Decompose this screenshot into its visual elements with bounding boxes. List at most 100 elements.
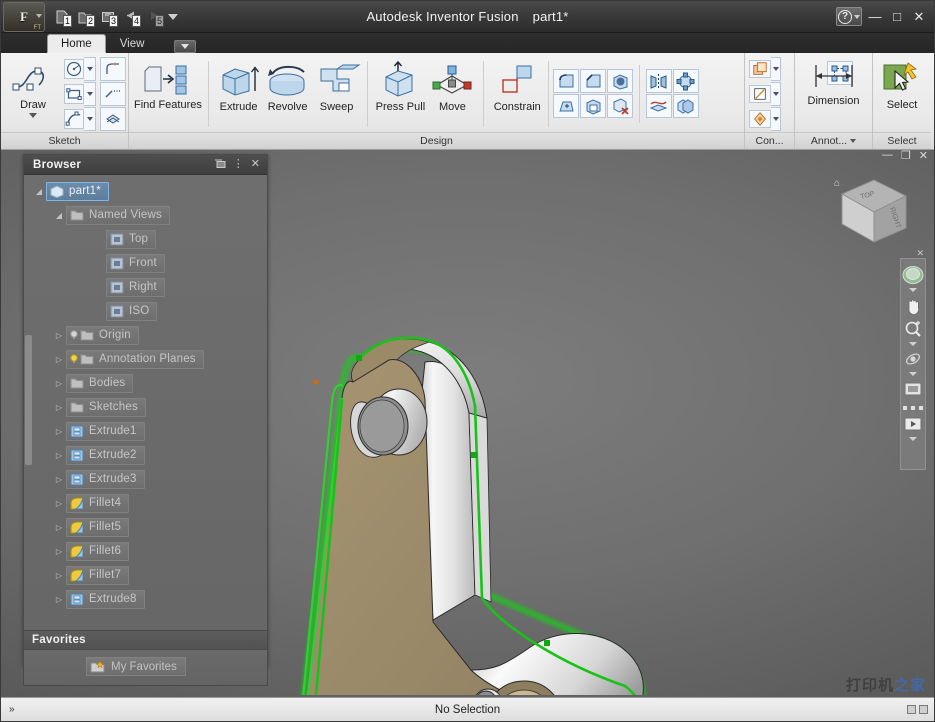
- qat-open-button[interactable]: 2: [74, 6, 96, 28]
- preset-3-icon[interactable]: [918, 405, 924, 411]
- tree-node-extrude8[interactable]: ▷ Extrude8: [24, 587, 267, 611]
- ribbon-options-button[interactable]: [174, 40, 197, 53]
- material-dropdown[interactable]: [771, 56, 781, 81]
- box-feature-tool[interactable]: [580, 94, 607, 118]
- tree-node-annotation-planes[interactable]: ▷ Annotation Planes: [24, 347, 267, 371]
- maximize-button[interactable]: □: [888, 7, 906, 27]
- chevron-right-icon[interactable]: ▷: [52, 499, 66, 508]
- chamfer-tool[interactable]: [580, 69, 607, 93]
- shell-tool[interactable]: [607, 69, 634, 93]
- draft-tool[interactable]: [553, 94, 580, 118]
- tree-node-chip[interactable]: Annotation Planes: [66, 349, 204, 369]
- chevron-right-icon[interactable]: ▷: [52, 427, 66, 436]
- fillet-tool[interactable]: [553, 69, 580, 93]
- viewport-restore-button[interactable]: ❐: [901, 150, 911, 162]
- chevron-down-icon[interactable]: [909, 288, 917, 292]
- browser-tree[interactable]: ◢ part1* ◢ Named Views Top Front Right ISO ▷ Orig…: [24, 175, 267, 653]
- material-tool[interactable]: [749, 56, 781, 81]
- chevron-right-icon[interactable]: ▷: [52, 595, 66, 604]
- dimension-button[interactable]: Dimension: [800, 57, 867, 131]
- press-pull-button[interactable]: Press Pull: [373, 57, 427, 131]
- pattern-circular-tool[interactable]: [672, 69, 699, 93]
- chevron-down-icon[interactable]: [909, 342, 917, 346]
- mirror-tool[interactable]: [645, 69, 672, 93]
- restore-icon[interactable]: [214, 158, 226, 172]
- render-style-tool[interactable]: [749, 106, 781, 131]
- move-button[interactable]: Move: [427, 57, 477, 131]
- arc-tool-dropdown[interactable]: [84, 106, 96, 131]
- qat-save-button[interactable]: 3: [97, 6, 119, 28]
- tree-node-chip[interactable]: Front: [106, 253, 165, 273]
- tree-node-origin[interactable]: ▷ Origin: [24, 323, 267, 347]
- animation-icon[interactable]: [902, 413, 924, 435]
- tree-node-bodies[interactable]: ▷ Bodies: [24, 371, 267, 395]
- tree-node-chip[interactable]: Bodies: [66, 373, 134, 393]
- tab-view[interactable]: View: [106, 34, 159, 53]
- preset-2-icon[interactable]: [910, 405, 916, 411]
- tree-node-fillet4[interactable]: ▷ Fillet4: [24, 491, 267, 515]
- help-button[interactable]: ?: [836, 7, 862, 26]
- tree-node-chip[interactable]: Sketches: [66, 397, 146, 417]
- tree-node-chip[interactable]: part1*: [46, 181, 109, 201]
- minimize-button[interactable]: —: [866, 7, 884, 27]
- application-menu-button[interactable]: F FT: [3, 1, 45, 32]
- chevron-down-icon[interactable]: [909, 372, 917, 376]
- chevron-right-icon[interactable]: ▷: [52, 451, 66, 460]
- chevron-right-icon[interactable]: ▷: [52, 571, 66, 580]
- tree-node-chip[interactable]: Extrude1: [66, 421, 145, 441]
- offset-tool[interactable]: [100, 106, 126, 131]
- render-style-dropdown[interactable]: [771, 106, 781, 131]
- pan-icon[interactable]: [902, 294, 924, 316]
- home-view-icon[interactable]: ⌂: [834, 178, 840, 189]
- zoom-icon[interactable]: [902, 318, 924, 340]
- chevron-right-icon[interactable]: ▷: [52, 331, 66, 340]
- steering-wheel-icon[interactable]: [902, 264, 924, 286]
- tree-node-chip[interactable]: Right: [106, 277, 165, 297]
- tree-node-iso[interactable]: ISO: [24, 299, 267, 323]
- chevron-down-icon[interactable]: [909, 437, 917, 441]
- tree-node-chip[interactable]: ISO: [106, 301, 158, 321]
- tree-node-top[interactable]: Top: [24, 227, 267, 251]
- delete-face-tool[interactable]: [607, 94, 634, 118]
- panel-label-annotate[interactable]: Annot...: [795, 132, 872, 149]
- tree-node-fillet6[interactable]: ▷ Fillet6: [24, 539, 267, 563]
- draw-button[interactable]: Draw: [6, 59, 60, 129]
- tree-node-chip[interactable]: Extrude3: [66, 469, 145, 489]
- tree-node-chip[interactable]: Extrude8: [66, 589, 145, 609]
- tree-node-front[interactable]: Front: [24, 251, 267, 275]
- close-icon[interactable]: ✕: [251, 159, 260, 170]
- rectangle-tool-dropdown[interactable]: [84, 81, 96, 106]
- appearance-dropdown[interactable]: [771, 81, 781, 106]
- constrain-button[interactable]: Constrain: [490, 57, 544, 131]
- chevron-right-icon[interactable]: ▷: [52, 547, 66, 556]
- find-features-button[interactable]: Find Features: [134, 57, 202, 131]
- orbit-icon[interactable]: [902, 348, 924, 370]
- tree-node-named-views[interactable]: ◢ Named Views: [24, 203, 267, 227]
- chevron-right-icon[interactable]: ▷: [52, 475, 66, 484]
- circle-tool[interactable]: [64, 56, 96, 81]
- extrude-button[interactable]: Extrude: [215, 57, 263, 131]
- viewport[interactable]: — ❐ ✕ TOP RIGHT ⌂ ✕ Browser ⋮ ✕ ◢ part1*…: [1, 150, 934, 697]
- select-button[interactable]: Select: [878, 57, 926, 131]
- tree-node-extrude3[interactable]: ▷ Extrude3: [24, 467, 267, 491]
- tree-node-chip[interactable]: Fillet5: [66, 517, 130, 537]
- tree-node-right[interactable]: Right: [24, 275, 267, 299]
- chevron-down-icon[interactable]: ◢: [52, 211, 66, 220]
- chevron-right-icon[interactable]: ▷: [52, 379, 66, 388]
- view-cube[interactable]: TOP RIGHT: [832, 172, 916, 252]
- sweep-button[interactable]: Sweep: [313, 57, 361, 131]
- tree-node-extrude2[interactable]: ▷ Extrude2: [24, 443, 267, 467]
- qat-redo-button[interactable]: 5: [143, 6, 165, 28]
- trim-tool[interactable]: [100, 81, 126, 106]
- chevron-right-icon[interactable]: ▷: [52, 355, 66, 364]
- tree-node-part1[interactable]: ◢ part1*: [24, 179, 267, 203]
- favorites-item-my-favorites[interactable]: My Favorites: [86, 657, 186, 676]
- tree-node-chip[interactable]: Top: [106, 229, 157, 249]
- tree-node-chip[interactable]: Fillet6: [66, 541, 130, 561]
- qat-overflow-button[interactable]: [166, 6, 180, 28]
- preset-1-icon[interactable]: [902, 405, 908, 411]
- arc-tool[interactable]: [64, 106, 96, 131]
- circle-tool-dropdown[interactable]: [84, 56, 96, 81]
- qat-new-button[interactable]: 1: [51, 6, 73, 28]
- qat-undo-button[interactable]: 4: [120, 6, 142, 28]
